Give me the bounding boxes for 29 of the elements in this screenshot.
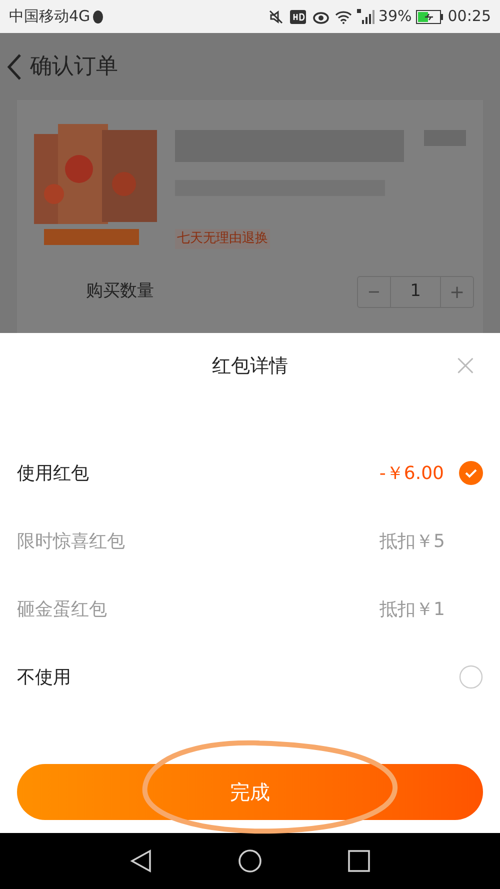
clock: 00:25 bbox=[448, 6, 491, 28]
page-title: 确认订单 bbox=[30, 53, 118, 81]
home-icon[interactable] bbox=[238, 849, 262, 873]
sheet-title: 红包详情 bbox=[212, 354, 288, 379]
decrease-button[interactable]: − bbox=[358, 277, 391, 307]
done-button[interactable]: 完成 bbox=[17, 764, 483, 820]
recents-icon[interactable] bbox=[348, 850, 370, 872]
eye-icon bbox=[312, 10, 330, 24]
close-button[interactable]: × bbox=[452, 351, 478, 381]
coupon-label: 限时惊喜红包 bbox=[17, 530, 125, 554]
signal-icon bbox=[357, 8, 376, 24]
return-policy-tag: 七天无理由退换 bbox=[175, 229, 270, 248]
checked-radio-icon[interactable] bbox=[459, 461, 483, 485]
coupon-label: 砸金蛋红包 bbox=[17, 598, 107, 622]
quantity-label: 购买数量 bbox=[86, 280, 154, 304]
radio-icon[interactable] bbox=[459, 665, 483, 689]
mute-icon bbox=[268, 8, 284, 24]
wifi-icon bbox=[335, 10, 352, 24]
coupon-amount: 抵扣￥5 bbox=[380, 530, 445, 554]
battery-icon bbox=[416, 10, 444, 24]
increase-button[interactable]: + bbox=[440, 277, 473, 307]
coupon-amount: 抵扣￥1 bbox=[380, 598, 445, 622]
quantity-value: 1 bbox=[409, 280, 422, 304]
option-label: 不使用 bbox=[17, 666, 71, 690]
discount-amount: -￥6.00 bbox=[379, 462, 444, 486]
option-label: 使用红包 bbox=[17, 462, 89, 486]
hd-icon bbox=[290, 10, 306, 24]
battery-percent: 39% bbox=[378, 6, 412, 28]
carrier-label: 中国移动4G bbox=[9, 6, 90, 28]
